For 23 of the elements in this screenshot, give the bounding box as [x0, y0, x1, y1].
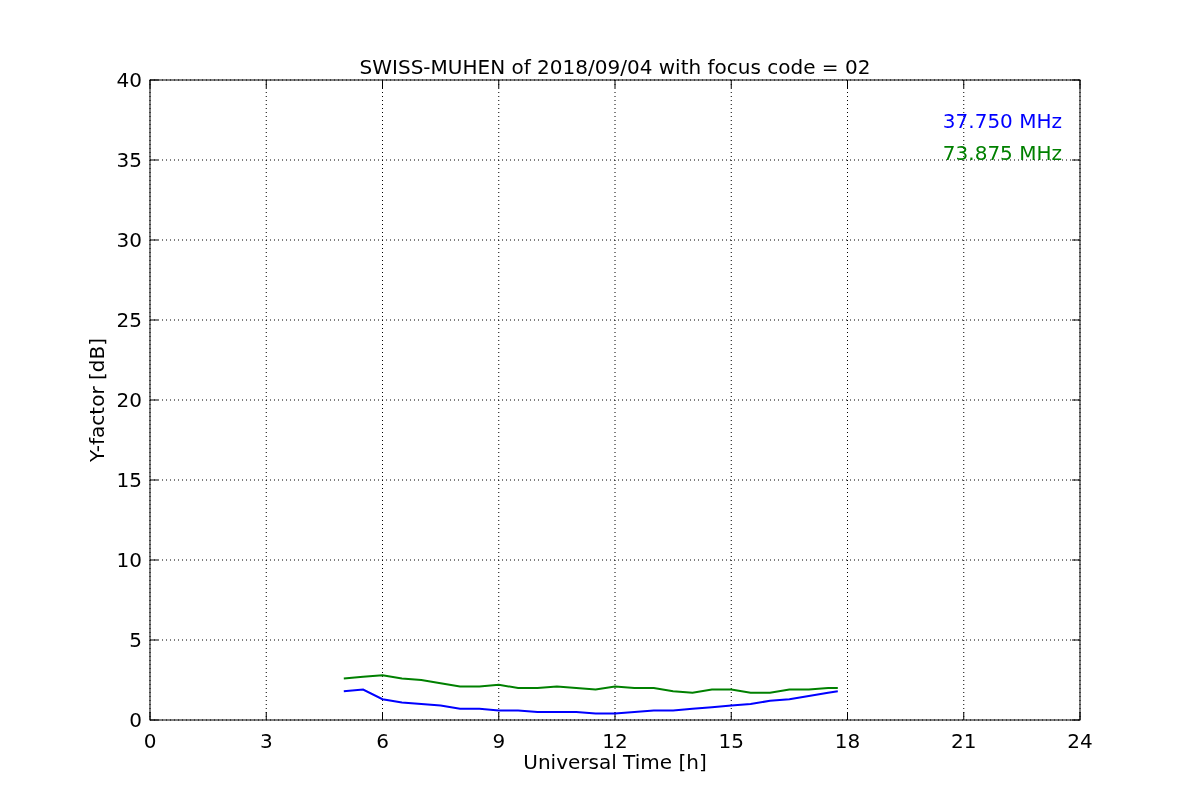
x-tick-label: 9	[492, 729, 506, 753]
x-tick-label: 0	[143, 729, 157, 753]
y-tick-label: 35	[116, 148, 142, 172]
x-tick-label: 12	[602, 729, 628, 753]
x-axis-label: Universal Time [h]	[523, 750, 707, 774]
y-tick-label: 5	[129, 628, 142, 652]
chart-title: SWISS-MUHEN of 2018/09/04 with focus code = 02	[359, 55, 871, 79]
legend-label: 73.875 MHz	[942, 141, 1062, 165]
y-tick-label: 15	[116, 468, 142, 492]
y-axis-label: Y-factor [dB]	[85, 338, 109, 462]
y-tick-label: 20	[116, 388, 142, 412]
x-tick-label: 3	[259, 729, 273, 753]
x-tick-label: 24	[1067, 729, 1093, 753]
y-tick-label: 40	[116, 68, 142, 92]
x-tick-label: 6	[376, 729, 389, 753]
legend-label: 37.750 MHz	[942, 109, 1062, 133]
x-tick-label: 18	[834, 729, 861, 753]
x-tick-label: 21	[951, 729, 977, 753]
y-tick-label: 10	[116, 548, 142, 572]
x-tick-label: 15	[718, 729, 744, 753]
y-tick-label: 25	[116, 308, 142, 332]
y-tick-label: 30	[116, 228, 142, 252]
y-tick-label: 0	[129, 708, 142, 732]
